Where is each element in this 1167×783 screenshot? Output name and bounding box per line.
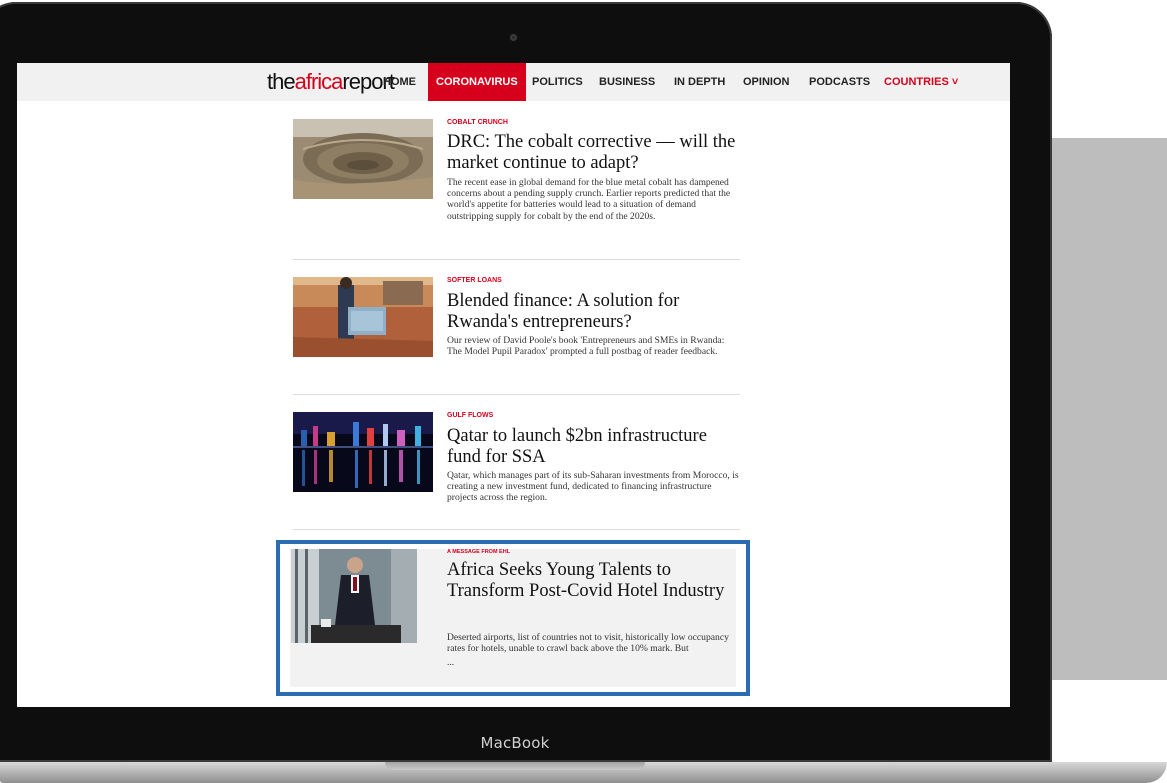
nav-podcasts[interactable]: PODCASTS (809, 63, 870, 101)
logo-text-africa: africa (294, 69, 344, 94)
site-nav: the africa report HOME CORONAVIRUS POLITIC… (17, 63, 1010, 101)
article-kicker[interactable]: COBALT CRUNCH (447, 119, 508, 126)
article-headline[interactable]: Qatar to launch $2bn infrastructure fund… (447, 426, 737, 468)
sponsored-excerpt-ellipsis: ... (447, 657, 455, 668)
device-brand-label: MacBook (480, 734, 550, 752)
divider (293, 259, 740, 260)
laptop-base-notch (385, 762, 645, 770)
article-headline[interactable]: Blended finance: A solution for Rwanda's… (447, 291, 737, 333)
divider (293, 529, 740, 530)
nav-countries-dropdown[interactable]: COUNTRIES ˅ (884, 63, 958, 101)
article-card[interactable]: COBALT CRUNCH DRC: The cobalt corrective… (293, 119, 740, 249)
nav-politics[interactable]: POLITICS (532, 63, 583, 101)
nav-opinion[interactable]: OPINION (743, 63, 789, 101)
article-excerpt: Our review of David Poole's book 'Entrep… (447, 335, 725, 358)
article-card[interactable]: GULF FLOWS Qatar to launch $2bn infrastr… (293, 412, 740, 522)
nav-coronavirus[interactable]: CORONAVIRUS (428, 63, 526, 101)
sponsored-headline[interactable]: Africa Seeks Young Talents to Transform … (447, 560, 737, 602)
sponsored-kicker[interactable]: A MESSAGE FROM EHL (447, 549, 510, 555)
sponsored-excerpt: Deserted airports, list of countries not… (447, 632, 729, 655)
nav-home[interactable]: HOME (383, 63, 416, 101)
divider (293, 394, 740, 395)
sponsored-article-content[interactable]: A MESSAGE FROM EHL Africa Seeks Young Ta… (291, 549, 740, 684)
laptop-screen: the africa report HOME CORONAVIRUS POLITIC… (17, 63, 1010, 707)
article-excerpt: The recent ease in global demand for the… (447, 177, 731, 222)
article-kicker[interactable]: GULF FLOWS (447, 412, 493, 419)
hotel-waiter-photo[interactable] (291, 549, 417, 643)
article-card[interactable]: SOFTER LOANS Blended finance: A solution… (293, 277, 740, 387)
nav-in-depth[interactable]: IN DEPTH (674, 63, 725, 101)
nav-business[interactable]: BUSINESS (599, 63, 655, 101)
market-trader-photo[interactable] (293, 277, 433, 357)
site-logo[interactable]: the africa report (267, 69, 395, 95)
article-kicker[interactable]: SOFTER LOANS (447, 277, 502, 284)
article-headline[interactable]: DRC: The cobalt corrective — will the ma… (447, 132, 737, 174)
open-pit-mine-photo[interactable] (293, 119, 433, 199)
camera-icon (510, 34, 517, 41)
logo-text-the: the (267, 69, 296, 94)
article-excerpt: Qatar, which manages part of its sub-Sah… (447, 470, 739, 504)
city-skyline-night-photo[interactable] (293, 412, 433, 492)
